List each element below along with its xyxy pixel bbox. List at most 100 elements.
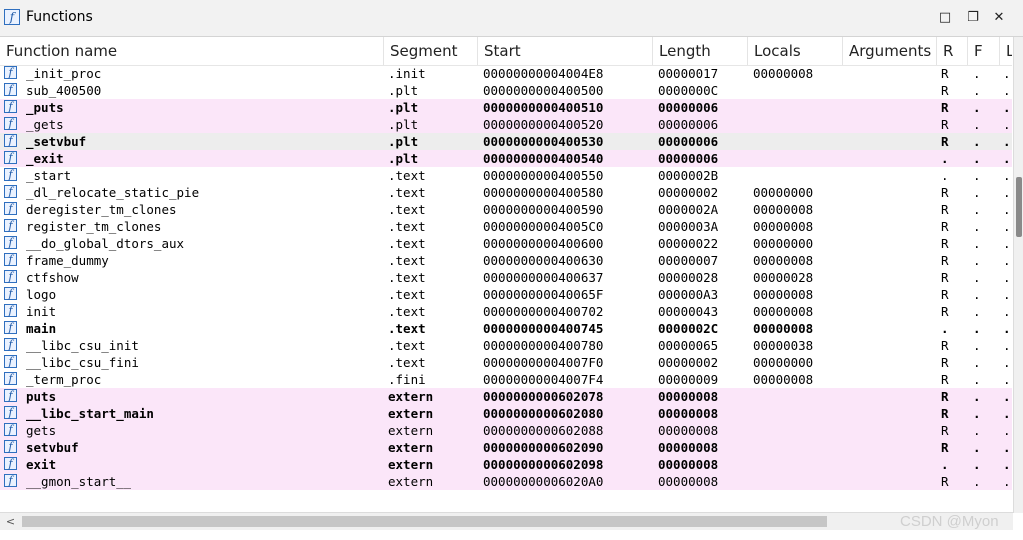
locals-cell: 00000000 [753, 236, 814, 251]
segment-cell: .text [388, 185, 426, 200]
f-flag-cell: . [973, 372, 981, 387]
table-row[interactable]: f _start .text 0000000000400550 0000002B... [0, 167, 1012, 184]
function-icon: f [4, 270, 17, 283]
function-name-cell: sub_400500 [26, 83, 102, 98]
table-row[interactable]: f register_tm_clones .text 00000000004005C0… [0, 218, 1012, 235]
table-row[interactable]: f init .text 0000000000400702 00000043 000000… [0, 303, 1012, 320]
table-row[interactable]: f puts extern 0000000000602078 00000008 R.. [0, 388, 1012, 405]
segment-cell: .text [388, 355, 426, 370]
function-icon: f [4, 338, 17, 351]
table-row[interactable]: f _gets .plt 0000000000400520 00000006 R.. [0, 116, 1012, 133]
table-row[interactable]: f _puts .plt 0000000000400510 00000006 R.. [0, 99, 1012, 116]
r-flag-cell: R [941, 100, 949, 115]
l-flag-cell: . [1003, 474, 1011, 489]
bottom-strip [0, 530, 1023, 540]
table-row[interactable]: f _setvbuf .plt 0000000000400530 00000006 R.. [0, 133, 1012, 150]
close-icon[interactable]: ✕ [991, 10, 1007, 26]
function-icon: f [4, 236, 17, 249]
l-flag-cell: . [1003, 253, 1011, 268]
locals-cell: 00000038 [753, 338, 814, 353]
table-row[interactable]: f exit extern 0000000000602098 00000008... [0, 456, 1012, 473]
table-row[interactable]: f __libc_csu_init .text 0000000000400780 000… [0, 337, 1012, 354]
function-name-cell: setvbuf [26, 440, 79, 455]
header-start[interactable]: Start [478, 37, 653, 65]
table-row[interactable]: f __gmon_start__ extern 00000000006020A0 000… [0, 473, 1012, 490]
function-icon: f [4, 474, 17, 487]
table-row[interactable]: f gets extern 0000000000602088 00000008 R.. [0, 422, 1012, 439]
start-cell: 0000000000602090 [483, 440, 604, 455]
restore-icon[interactable]: □ [937, 10, 953, 26]
function-list: f _init_proc .init 00000000004004E8 00000017… [0, 65, 1012, 490]
table-row[interactable]: f _init_proc .init 00000000004004E8 00000017… [0, 65, 1012, 82]
table-row[interactable]: f frame_dummy .text 0000000000400630 0000000… [0, 252, 1012, 269]
r-flag-cell: R [941, 423, 949, 438]
header-arguments[interactable]: Arguments [843, 37, 937, 65]
start-cell: 0000000000602078 [483, 389, 604, 404]
table-row[interactable]: f _dl_relocate_static_pie .text 00000000004… [0, 184, 1012, 201]
function-icon: f [4, 9, 20, 25]
locals-cell: 00000008 [753, 321, 814, 336]
function-name-cell: exit [26, 457, 57, 472]
segment-cell: .text [388, 304, 426, 319]
function-icon: f [4, 406, 17, 419]
table-row[interactable]: f logo .text 000000000040065F 000000A3 000000… [0, 286, 1012, 303]
header-f[interactable]: F [968, 37, 1000, 65]
length-cell: 0000002B [658, 168, 719, 183]
header-locals[interactable]: Locals [748, 37, 843, 65]
table-row[interactable]: f deregister_tm_clones .text 00000000004005… [0, 201, 1012, 218]
segment-cell: .text [388, 168, 426, 183]
function-icon: f [4, 304, 17, 317]
function-icon: f [4, 151, 17, 164]
l-flag-cell: . [1003, 287, 1011, 302]
start-cell: 00000000004004E8 [483, 66, 604, 81]
table-row[interactable]: f __libc_start_main extern 0000000000602080… [0, 405, 1012, 422]
segment-cell: .text [388, 253, 426, 268]
table-row[interactable]: f __libc_csu_fini .text 00000000004007F0 000… [0, 354, 1012, 371]
start-cell: 00000000004007F4 [483, 372, 604, 387]
table-row[interactable]: f setvbuf extern 0000000000602090 00000008 R.… [0, 439, 1012, 456]
l-flag-cell: . [1003, 321, 1011, 336]
locals-cell: 00000008 [753, 304, 814, 319]
table-row[interactable]: f _exit .plt 0000000000400540 00000006... [0, 150, 1012, 167]
length-cell: 0000002A [658, 202, 719, 217]
f-flag-cell: . [973, 117, 981, 132]
start-cell: 0000000000400520 [483, 117, 604, 132]
start-cell: 0000000000400540 [483, 151, 604, 166]
header-l[interactable]: L [1000, 37, 1012, 65]
vertical-scroll-thumb[interactable] [1016, 177, 1022, 237]
locals-cell: 00000008 [753, 66, 814, 81]
function-icon: f [4, 83, 17, 96]
length-cell: 0000002C [658, 321, 719, 336]
function-name-cell: _puts [26, 100, 64, 115]
r-flag-cell: R [941, 338, 949, 353]
horizontal-scrollbar[interactable]: < [0, 512, 1013, 530]
r-flag-cell: R [941, 287, 949, 302]
header-segment[interactable]: Segment [384, 37, 478, 65]
table-row[interactable]: f _term_proc .fini 00000000004007F4 00000009… [0, 371, 1012, 388]
length-cell: 0000000C [658, 83, 719, 98]
function-icon: f [4, 321, 17, 334]
l-flag-cell: . [1003, 134, 1011, 149]
table-row[interactable]: f main .text 0000000000400745 0000002C 000000… [0, 320, 1012, 337]
header-length[interactable]: Length [653, 37, 748, 65]
header-function-name[interactable]: Function name [0, 37, 384, 65]
segment-cell: .text [388, 287, 426, 302]
horizontal-scroll-thumb[interactable] [22, 516, 827, 527]
scroll-left-arrow[interactable]: < [2, 513, 19, 530]
length-cell: 00000017 [658, 66, 719, 81]
table-row[interactable]: f ctfshow .text 0000000000400637 00000028 000… [0, 269, 1012, 286]
function-icon: f [4, 168, 17, 181]
vertical-scrollbar[interactable] [1013, 37, 1023, 513]
f-flag-cell: . [973, 202, 981, 217]
l-flag-cell: . [1003, 423, 1011, 438]
length-cell: 00000008 [658, 389, 719, 404]
header-r[interactable]: R [937, 37, 968, 65]
l-flag-cell: . [1003, 83, 1011, 98]
start-cell: 0000000000400780 [483, 338, 604, 353]
table-row[interactable]: f __do_global_dtors_aux .text 0000000000400… [0, 235, 1012, 252]
maximize-icon[interactable]: ❐ [965, 10, 981, 26]
segment-cell: .text [388, 219, 426, 234]
r-flag-cell: R [941, 66, 949, 81]
table-row[interactable]: f sub_400500 .plt 0000000000400500 0000000C R… [0, 82, 1012, 99]
function-name-cell: _exit [26, 151, 64, 166]
